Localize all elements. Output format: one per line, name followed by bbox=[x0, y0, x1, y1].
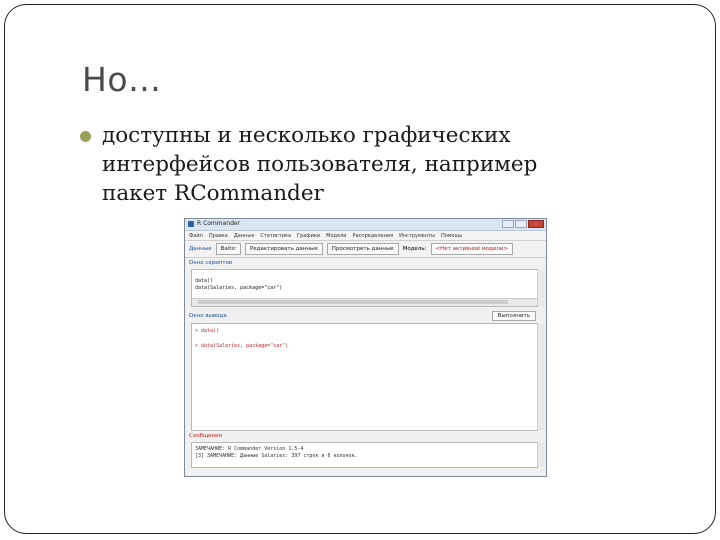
message-line: [3] ЗАМЕЧАНИЕ: Данные Salaries: 397 стро… bbox=[195, 453, 358, 459]
menu-file[interactable]: Файл bbox=[189, 233, 203, 239]
minimize-icon[interactable] bbox=[502, 220, 514, 228]
menu-edit[interactable]: Правка bbox=[209, 233, 228, 239]
script-window[interactable]: data() data(Salaries, package="car") bbox=[191, 269, 545, 307]
close-icon[interactable] bbox=[528, 220, 544, 228]
menu-models[interactable]: Модели bbox=[326, 233, 346, 239]
script-line: data(Salaries, package="car") bbox=[195, 285, 283, 291]
menu-distributions[interactable]: Распределения bbox=[352, 233, 393, 239]
model-label: Модель: bbox=[402, 246, 427, 252]
output-header: Окно вывода Выполнить bbox=[185, 307, 546, 323]
menu-data[interactable]: Данные bbox=[234, 233, 255, 239]
active-model-button[interactable]: <Нет активной модели> bbox=[430, 243, 514, 255]
run-button[interactable]: Выполнить bbox=[491, 311, 536, 321]
data-label: Данные bbox=[189, 246, 212, 252]
rcmdr-titlebar: R Commander bbox=[185, 219, 546, 231]
menu-statistics[interactable]: Статистика bbox=[260, 233, 291, 239]
bullet-dot-icon bbox=[80, 131, 91, 142]
output-window[interactable]: > data() > data(Salaries, package="car") bbox=[191, 323, 545, 431]
script-window-label: Окно скриптов bbox=[189, 260, 233, 266]
rcmdr-toolbar: Данные Baltic Редактировать данные Просм… bbox=[185, 241, 546, 258]
window-controls bbox=[502, 220, 544, 228]
script-vscrollbar[interactable] bbox=[537, 270, 545, 306]
script-hscrollbar[interactable] bbox=[192, 298, 537, 306]
message-line: ЗАМЕЧАНИЕ: R Commander Version 1.5-4 bbox=[195, 446, 304, 452]
maximize-icon[interactable] bbox=[515, 220, 527, 228]
menu-graphs[interactable]: Графики bbox=[297, 233, 320, 239]
edit-data-button[interactable]: Редактировать данные bbox=[244, 243, 323, 255]
rcmdr-window-title: R Commander bbox=[197, 220, 241, 227]
rcommander-screenshot: R Commander Файл Правка Данные Статистик… bbox=[184, 218, 547, 477]
menu-tools[interactable]: Инструменты bbox=[399, 233, 435, 239]
bullet-item: доступны и несколько графических интерфе… bbox=[80, 121, 600, 208]
output-vscrollbar[interactable] bbox=[537, 324, 545, 430]
bullet-text: доступны и несколько графических интерфе… bbox=[102, 123, 538, 206]
rcmdr-menubar: Файл Правка Данные Статистика Графики Мо… bbox=[185, 231, 546, 241]
view-data-button[interactable]: Просмотреть данные bbox=[326, 243, 399, 255]
menu-help[interactable]: Помощь bbox=[441, 233, 462, 239]
messages-window[interactable]: ЗАМЕЧАНИЕ: R Commander Version 1.5-4 [3]… bbox=[191, 442, 545, 468]
output-window-label: Окно вывода bbox=[189, 312, 227, 319]
slide-title: Но… bbox=[82, 60, 162, 99]
messages-vscrollbar[interactable] bbox=[537, 443, 545, 467]
active-dataset-button[interactable]: Baltic bbox=[215, 243, 241, 255]
scroll-thumb[interactable] bbox=[198, 300, 508, 304]
r-app-icon bbox=[188, 221, 194, 227]
script-line: data() bbox=[195, 278, 214, 284]
output-line: > data(Salaries, package="car") bbox=[195, 343, 289, 349]
messages-label: Сообщения bbox=[189, 433, 223, 439]
output-line: > data() bbox=[195, 328, 220, 334]
